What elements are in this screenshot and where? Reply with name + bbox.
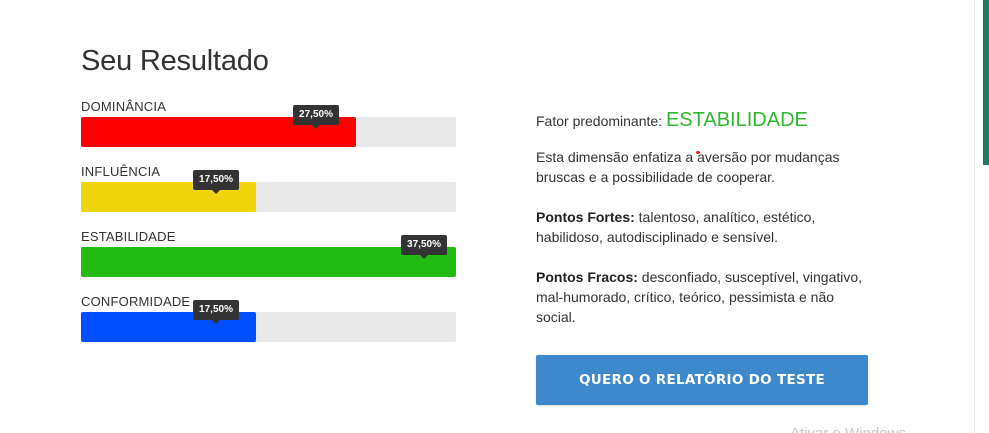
factor-description: Esta dimensão enfatiza a aversão por mud… [536,147,876,327]
predominant-factor-value: ESTABILIDADE [665,109,808,131]
bar-fill-stability [81,247,456,277]
bar-tooltip-dominance: 27,50% [293,105,339,129]
scrollbar-thumb[interactable] [983,0,989,165]
bar-tooltip-conformity: 17,50% [193,300,239,324]
weaknesses-label: Pontos Fracos: [536,269,638,285]
request-report-button[interactable]: QUERO O RELATÓRIO DO TESTE (GRÁTIS)> [536,355,868,433]
dimension-description: Esta dimensão enfatiza a aversão por mud… [536,149,840,185]
strengths: Pontos Fortes: talentoso, analítico, est… [536,207,876,247]
bar-tooltip-stability: 37,50% [401,235,447,259]
page-title: Seu Resultado [81,45,269,77]
weaknesses: Pontos Fracos: desconfiado, susceptível,… [536,267,876,327]
bar-label-influence: INFLUÊNCIA [81,164,161,179]
predominant-factor-label: Fator predominante: [536,113,663,129]
bar-track-conformity: 17,50% [81,300,456,342]
windows-activation-watermark: Ativar o Windows [790,425,906,433]
bar-tooltip-influence: 17,50% [193,170,239,194]
bar-track-dominance: 27,50% [81,105,456,147]
bar-label-stability: ESTABILIDADE [81,229,176,244]
bar-track-influence: 17,50% [81,170,456,212]
strengths-label: Pontos Fortes: [536,209,635,225]
result-info-panel: Fator predominante: ESTABILIDADE Esta di… [536,108,876,347]
page-scrollbar[interactable] [974,0,989,433]
bar-track-stability: 37,50% [81,235,456,277]
result-page: Seu Resultado DOMINÂNCIA 27,50% INFLUÊNC… [0,0,989,433]
predominant-factor: Fator predominante: ESTABILIDADE [536,108,876,133]
bar-label-dominance: DOMINÂNCIA [81,99,167,114]
decorative-dot [696,151,700,154]
bar-label-conformity: CONFORMIDADE [81,294,191,309]
